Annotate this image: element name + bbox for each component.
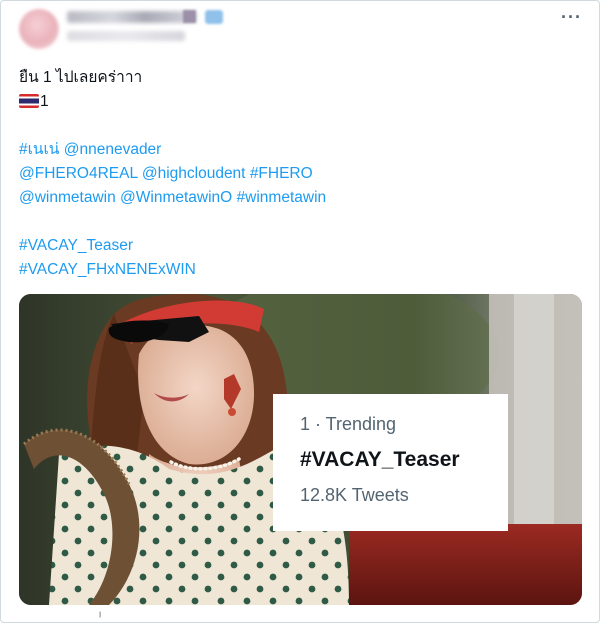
hashtag-vacay-collab[interactable]: #VACAY_FHxNENExWIN [19, 260, 196, 280]
trending-overlay: 1 · Trending #VACAY_Teaser 12.8K Tweets [273, 394, 508, 531]
hashtag-nene[interactable]: #เนเน่ [19, 141, 59, 158]
trend-hashtag: #VACAY_Teaser [300, 448, 460, 471]
hashtag-line-1: #เนเน่ @nnenevader [19, 140, 161, 160]
name-emoji-blurred [183, 10, 196, 23]
hashtag-vacay-teaser[interactable]: #VACAY_Teaser [19, 236, 133, 256]
hashtag-line-3: @winmetawin @WinmetawinO #winmetawin [19, 188, 326, 208]
mention-fhero4real[interactable]: @FHERO4REAL [19, 165, 138, 182]
ellipsis-icon[interactable]: ··· [561, 7, 582, 28]
username-blurred[interactable] [67, 31, 185, 41]
flag-suffix-text: 1 [40, 93, 49, 110]
mention-nnenevader[interactable]: @nnenevader [64, 141, 162, 158]
hashtag-winmetawin[interactable]: #winmetawin [237, 189, 327, 206]
reply-icon-partial[interactable]: ╵ [97, 613, 111, 622]
display-name-blurred[interactable] [67, 11, 197, 23]
tweet-card: ··· ยืน 1 ไปเลยคร่าาา 1 #เนเน่ @nnenevad… [0, 0, 600, 623]
mention-winmetawin[interactable]: @winmetawin [19, 189, 116, 206]
trend-tweet-count: 12.8K Tweets [300, 485, 409, 505]
avatar[interactable] [19, 9, 59, 49]
verified-badge-icon [205, 10, 223, 24]
hashtag-fhero[interactable]: #FHERO [250, 165, 313, 182]
thailand-flag-icon [19, 94, 39, 108]
tweet-text-line-2: 1 [19, 92, 49, 112]
hashtag-line-2: @FHERO4REAL @highcloudent #FHERO [19, 164, 313, 184]
tweet-text-line-1: ยืน 1 ไปเลยคร่าาา [19, 69, 143, 86]
mention-winmetawino[interactable]: @WinmetawinO [120, 189, 232, 206]
trend-rank: 1 · Trending [300, 414, 397, 434]
mention-highcloudent[interactable]: @highcloudent [142, 165, 246, 182]
